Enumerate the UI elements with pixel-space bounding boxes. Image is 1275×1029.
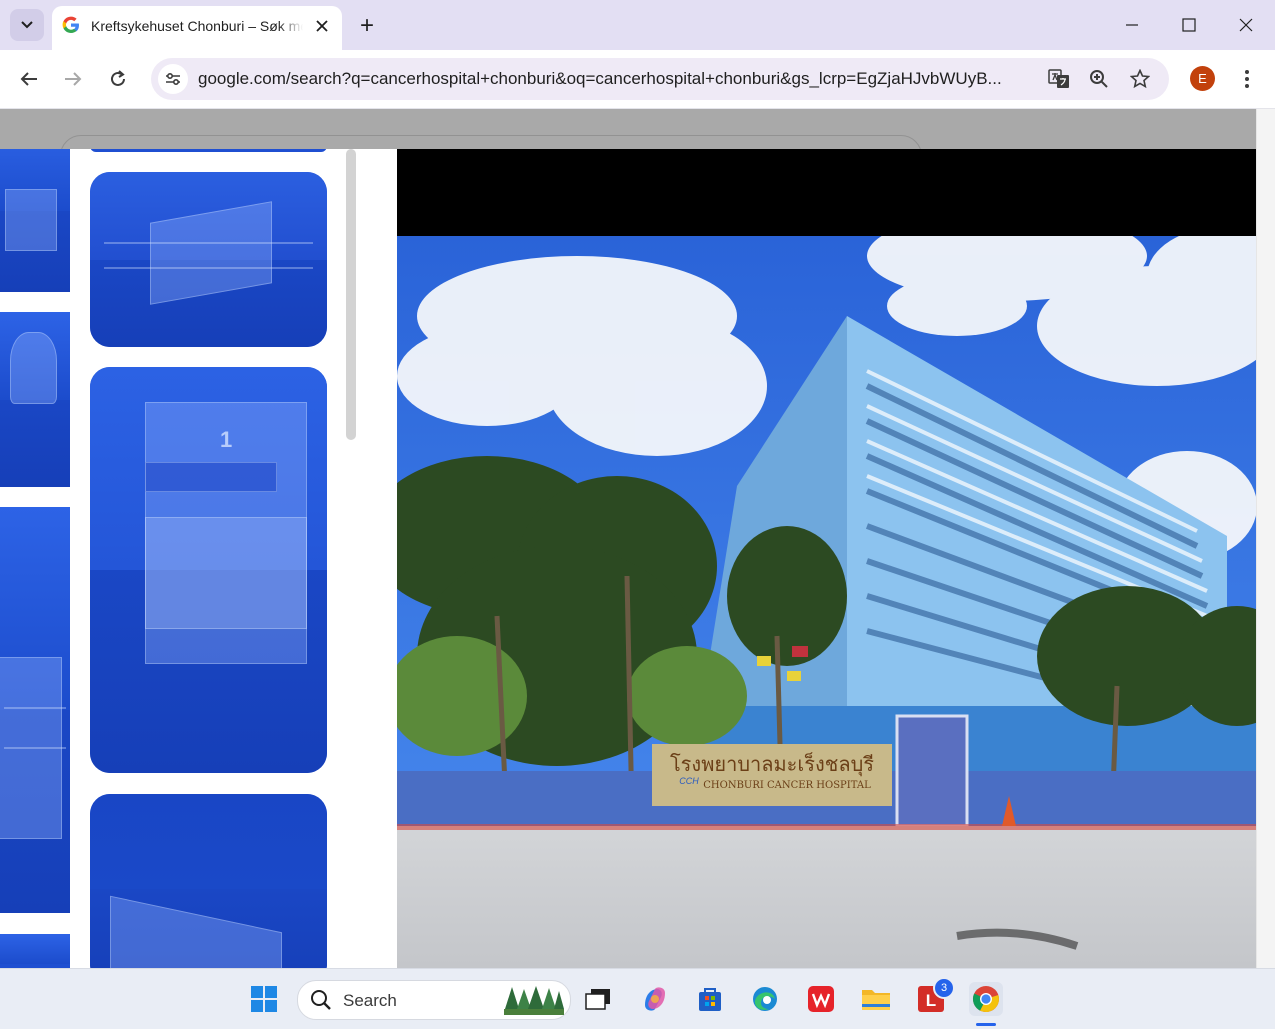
wps-office-icon[interactable] bbox=[804, 982, 838, 1016]
thumbnail-label: 1 bbox=[220, 427, 233, 452]
reload-icon bbox=[111, 70, 125, 86]
forest-icon bbox=[504, 986, 564, 1015]
address-bar[interactable]: google.com/search?q=cancerhospital+chonb… bbox=[151, 58, 1169, 100]
tab-strip: Kreftsykehuset Chonburi – Søk med Google… bbox=[0, 0, 1275, 50]
forward-button[interactable] bbox=[58, 64, 88, 94]
forward-arrow-icon bbox=[65, 72, 82, 86]
scrollbar-handle[interactable] bbox=[346, 149, 356, 440]
sign-english-text: CHONBURI CANCER HOSPITAL bbox=[703, 780, 871, 791]
thumbnail-image[interactable] bbox=[90, 149, 327, 152]
google-favicon-icon bbox=[62, 16, 79, 33]
hospital-photo: โรงพยาบาลมะเร็งชลบุรี CHONBURI CANCER HO… bbox=[397, 236, 1256, 968]
back-arrow-icon bbox=[20, 72, 37, 86]
thumbnail-image[interactable] bbox=[0, 149, 70, 292]
close-window-icon bbox=[1239, 18, 1253, 32]
site-info-button[interactable] bbox=[158, 64, 188, 94]
close-window-button[interactable] bbox=[1231, 10, 1261, 40]
star-icon bbox=[1130, 69, 1150, 89]
plus-icon: + bbox=[359, 12, 374, 39]
bookmark-button[interactable] bbox=[1128, 67, 1152, 91]
reload-button[interactable] bbox=[103, 64, 133, 94]
zoom-in-icon bbox=[1090, 70, 1108, 88]
tab-search-button[interactable] bbox=[10, 9, 44, 41]
page-scrollbar[interactable] bbox=[1256, 109, 1275, 968]
file-explorer-icon[interactable] bbox=[859, 982, 893, 1016]
tune-icon bbox=[166, 72, 180, 86]
zoom-button[interactable] bbox=[1087, 67, 1111, 91]
thumbnail-image[interactable]: 1 bbox=[90, 367, 327, 773]
copilot-icon[interactable] bbox=[638, 982, 672, 1016]
active-app-indicator bbox=[976, 1023, 996, 1026]
translate-button[interactable] bbox=[1047, 67, 1071, 91]
taskbar-search-label: Search bbox=[343, 991, 397, 1010]
thumbnail-image[interactable] bbox=[90, 172, 327, 347]
url-text[interactable]: google.com/search?q=cancerhospital+chonb… bbox=[198, 69, 1033, 89]
more-vert-icon bbox=[1245, 70, 1249, 88]
windows-logo-icon bbox=[251, 986, 277, 1012]
profile-avatar[interactable]: E bbox=[1190, 66, 1215, 91]
task-view-icon[interactable] bbox=[581, 982, 615, 1016]
tab-close-button[interactable] bbox=[312, 16, 332, 36]
thumbnail-image[interactable] bbox=[0, 507, 70, 913]
taskbar-search-box[interactable]: Search bbox=[297, 980, 571, 1020]
browser-tab[interactable]: Kreftsykehuset Chonburi – Søk med Google bbox=[52, 6, 342, 50]
sign-thai-text: โรงพยาบาลมะเร็งชลบุรี bbox=[670, 751, 874, 777]
chrome-icon[interactable] bbox=[969, 982, 1003, 1016]
maximize-icon bbox=[1182, 18, 1196, 32]
sign-logo-text: CCH bbox=[679, 776, 699, 786]
tab-title: Kreftsykehuset Chonburi – Søk med Google bbox=[91, 18, 303, 34]
edge-icon[interactable] bbox=[748, 982, 782, 1016]
dimmed-search-header bbox=[0, 109, 1256, 177]
back-button[interactable] bbox=[14, 64, 44, 94]
chevron-down-icon bbox=[21, 21, 33, 29]
windows-start-icon[interactable] bbox=[247, 982, 281, 1016]
thumbnail-image[interactable] bbox=[0, 312, 70, 487]
search-icon bbox=[311, 990, 331, 1010]
translate-icon bbox=[1048, 69, 1069, 88]
image-thumbnail-panel: 1 bbox=[0, 149, 397, 968]
minimize-button[interactable] bbox=[1117, 10, 1147, 40]
maximize-button[interactable] bbox=[1174, 10, 1204, 40]
thumbnail-image[interactable] bbox=[90, 794, 327, 968]
browser-toolbar: google.com/search?q=cancerhospital+chonb… bbox=[0, 50, 1275, 109]
new-tab-button[interactable]: + bbox=[354, 13, 380, 39]
minimize-icon bbox=[1126, 24, 1138, 26]
image-preview[interactable]: โรงพยาบาลมะเร็งชลบุรี CHONBURI CANCER HO… bbox=[397, 149, 1256, 968]
notification-badge: 3 bbox=[933, 977, 955, 999]
page-viewport: 1 โรงพยาบาลมะเร็งชลบุรี CHONBURI CANCER … bbox=[0, 109, 1275, 968]
browser-menu-button[interactable] bbox=[1236, 64, 1258, 94]
windows-taskbar: Search L 3 bbox=[0, 968, 1275, 1029]
microsoft-store-icon[interactable] bbox=[693, 982, 727, 1016]
thumbnail-image[interactable] bbox=[0, 934, 70, 968]
thumbnail-scrollbar[interactable] bbox=[346, 149, 358, 968]
close-icon bbox=[316, 20, 328, 32]
